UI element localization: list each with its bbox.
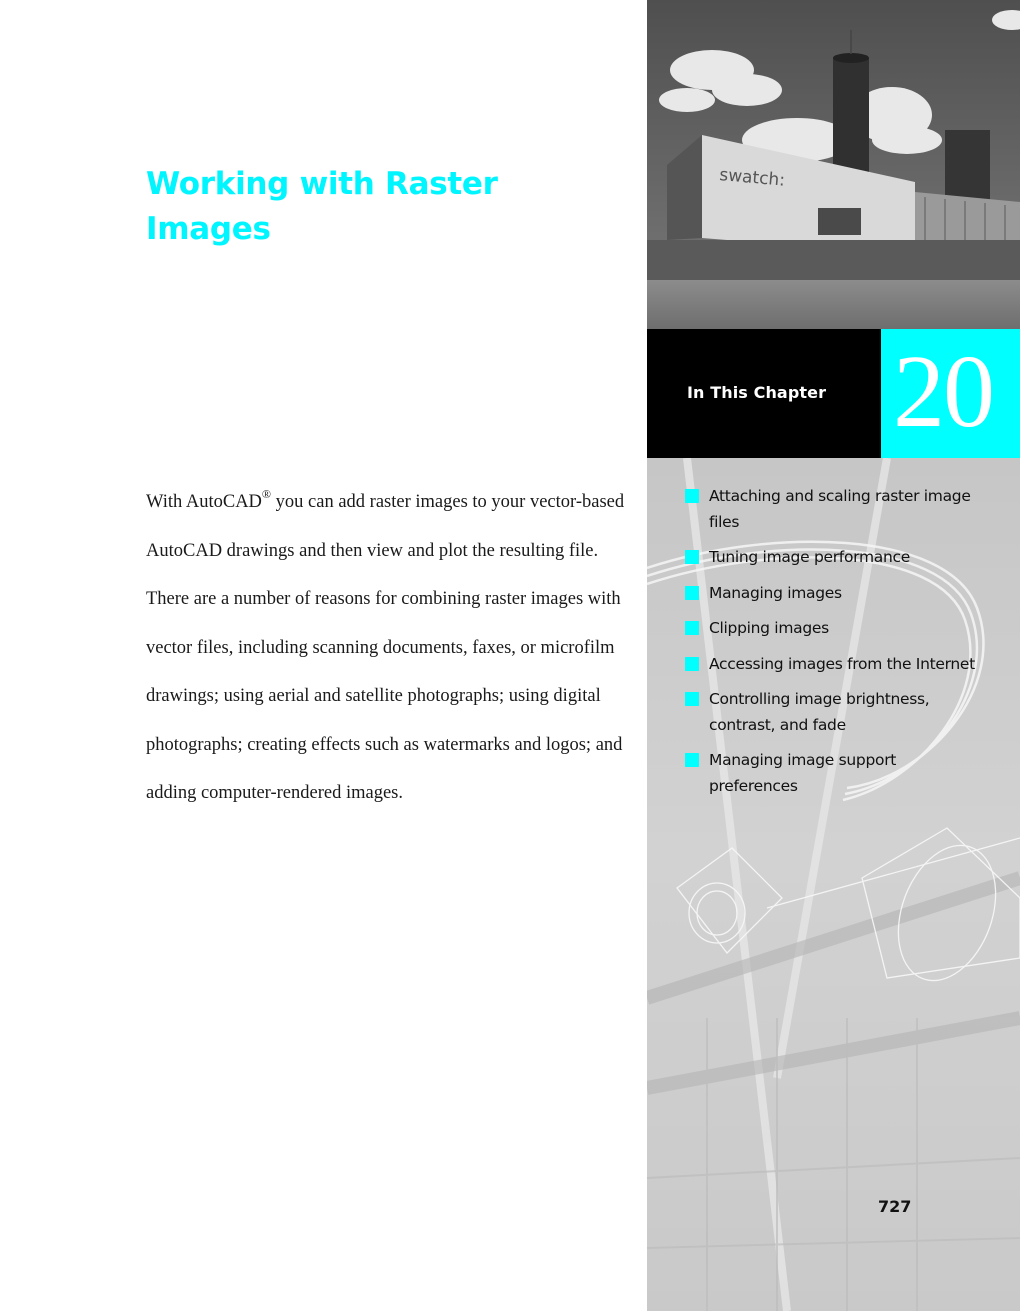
chapter-sidebar: swatch: In This Chapter 20 Attaching and… xyxy=(647,0,1020,1311)
square-bullet-icon xyxy=(685,753,699,767)
chapter-title-line-1: Working with Raster xyxy=(146,166,498,202)
chapter-title: Working with Raster Images xyxy=(146,162,566,252)
topic-item: Clipping images xyxy=(685,616,985,642)
background-building xyxy=(945,130,990,200)
square-bullet-icon xyxy=(685,489,699,503)
chapter-topics-list: Attaching and scaling raster image files… xyxy=(685,484,985,809)
chapter-photo: swatch: xyxy=(647,0,1020,329)
topic-item: Managing images xyxy=(685,581,985,607)
topic-text: Clipping images xyxy=(709,619,829,637)
intro-text-rest: you can add raster images to your vector… xyxy=(146,492,625,803)
topic-text: Managing images xyxy=(709,583,842,602)
topic-text: Accessing images from the Internet xyxy=(709,654,975,673)
in-this-chapter-box: In This Chapter xyxy=(647,329,881,458)
topic-item: Managing image support preferences xyxy=(685,748,985,799)
chapter-number: 20 xyxy=(893,334,995,449)
square-bullet-icon xyxy=(685,550,699,564)
topic-text: Managing image support preferences xyxy=(709,751,897,795)
square-bullet-icon xyxy=(685,656,699,671)
chapter-title-line-2: Images xyxy=(146,211,271,247)
chapter-header-band: In This Chapter 20 xyxy=(647,329,1020,458)
registered-trademark-symbol: ® xyxy=(261,486,272,501)
topic-item: Tuning image performance xyxy=(685,545,985,571)
square-bullet-icon xyxy=(685,585,699,600)
tower xyxy=(833,55,869,180)
topic-text: Controlling image brightness, contrast, … xyxy=(709,690,930,734)
in-this-chapter-label: In This Chapter xyxy=(687,383,827,402)
square-bullet-icon xyxy=(685,692,699,706)
building-photo-illustration: swatch: xyxy=(647,0,1020,329)
topic-item: Controlling image brightness, contrast, … xyxy=(685,687,985,738)
intro-paragraph: With AutoCAD® you can add raster images … xyxy=(146,478,626,818)
ground xyxy=(647,280,1020,329)
topic-text: Attaching and scaling raster image files xyxy=(709,487,971,531)
chapter-number-box: 20 xyxy=(881,329,1020,458)
topic-text: Tuning image performance xyxy=(709,548,910,566)
intro-text-start: With AutoCAD xyxy=(146,492,262,512)
topic-item: Attaching and scaling raster image files xyxy=(685,484,985,535)
topic-item: Accessing images from the Internet xyxy=(685,652,985,678)
page-number: 727 xyxy=(878,1197,912,1216)
square-bullet-icon xyxy=(685,621,699,635)
